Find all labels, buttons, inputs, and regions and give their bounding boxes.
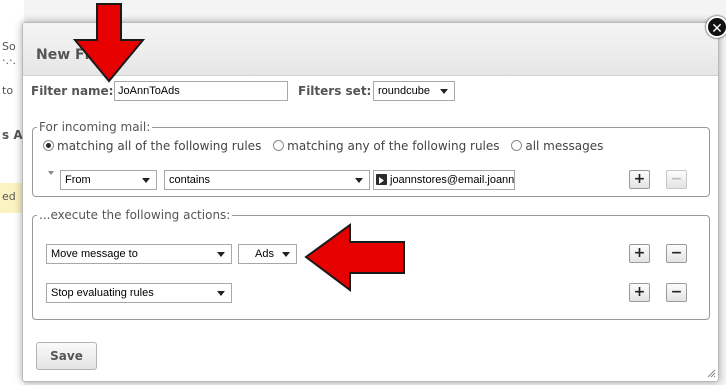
background-text: ed (2, 190, 16, 203)
target-folder-select[interactable]: Ads (238, 244, 297, 264)
chevron-down-icon (355, 178, 363, 183)
chevron-down-icon (142, 178, 150, 183)
match-all-radio[interactable] (43, 140, 54, 151)
chevron-down-icon (217, 291, 225, 296)
action-value-2: Stop evaluating rules (51, 287, 154, 299)
action-select-1[interactable]: Move message to (46, 244, 232, 264)
rule-collapse-toggle[interactable] (48, 171, 54, 175)
all-messages-label: all messages (525, 139, 604, 153)
rule-header-value: From (65, 174, 91, 186)
rule-operator-value: contains (169, 174, 210, 186)
all-messages-radio[interactable] (511, 140, 523, 151)
match-all-label: matching all of the following rules (57, 139, 262, 153)
remove-action-button[interactable]: − (666, 244, 687, 263)
down-arrow-annotation (72, 3, 146, 83)
add-action-button[interactable]: + (629, 244, 650, 263)
filters-set-label: Filters set: (298, 84, 372, 98)
target-folder-value: Ads (255, 248, 274, 260)
match-any-label: matching any of the following rules (287, 139, 500, 153)
background-text: ·.·. (2, 54, 16, 67)
left-arrow-annotation (304, 223, 405, 292)
close-icon: ✕ (711, 21, 723, 37)
add-action-button[interactable]: + (629, 283, 650, 302)
actions-legend: ...execute the following actions: (39, 208, 231, 222)
save-button[interactable]: Save (36, 342, 97, 370)
rule-header-select[interactable]: From (60, 170, 157, 190)
incoming-mail-legend: For incoming mail: (39, 120, 151, 134)
action-select-2[interactable]: Stop evaluating rules (46, 283, 232, 303)
rule-value-text: joannstores@email.joann (390, 174, 515, 186)
rule-value-input[interactable]: joannstores@email.joann (373, 170, 515, 190)
close-button[interactable]: ✕ (706, 16, 726, 38)
rule-operator-select[interactable]: contains (164, 170, 370, 190)
action-value-1: Move message to (51, 248, 138, 260)
expand-input-icon[interactable] (376, 173, 387, 185)
remove-rule-button[interactable]: − (666, 170, 687, 189)
match-options: matching all of the following rules matc… (43, 139, 611, 153)
remove-action-button[interactable]: − (666, 283, 687, 302)
resize-grip-icon[interactable] (706, 368, 716, 378)
chevron-down-icon (217, 252, 225, 257)
filters-set-value: roundcube (378, 85, 430, 97)
background-text: s A (2, 128, 23, 142)
filters-set-select[interactable]: roundcube (373, 81, 455, 101)
filter-name-label: Filter name: (31, 84, 114, 98)
chevron-down-icon (440, 89, 448, 94)
background-text: So (2, 40, 16, 53)
match-any-radio[interactable] (273, 140, 285, 151)
background-text: to (2, 84, 14, 97)
chevron-down-icon (282, 252, 290, 257)
add-rule-button[interactable]: + (629, 170, 650, 189)
filter-name-input[interactable]: JoAnnToAds (114, 81, 288, 101)
